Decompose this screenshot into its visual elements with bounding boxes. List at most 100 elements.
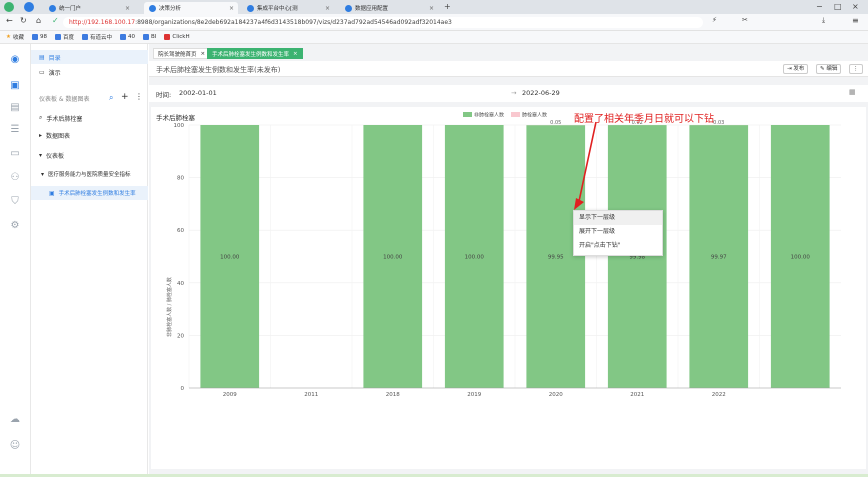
table-icon[interactable]: ▤ [9,102,21,114]
bookmark-clickhouse[interactable]: ClickH [164,34,190,40]
search-icon: ⌕ [39,114,43,121]
tree-item-quality-folder[interactable]: ▾ 医疗服务能力与医院质量安全指标 [31,167,148,181]
tree-search-input[interactable]: ⌕ 手术后肺栓塞 [31,111,148,125]
home-icon[interactable]: ⌂ [36,16,41,25]
close-icon[interactable]: × [125,5,130,12]
data-label: 100.00 [220,255,240,261]
search-icon[interactable]: ⌕ [109,93,113,103]
bookmark-baidu[interactable]: 百度 [54,33,74,41]
browser-logo-icon [4,2,14,12]
date-separator: → [511,89,517,97]
app-logo-icon: ◉ [10,54,20,65]
date-to-input[interactable]: 2022-06-29 [522,89,560,97]
more-button[interactable]: ⋮ [849,64,863,74]
bookmark-icon [142,34,149,40]
data-label: 100.00 [791,255,811,261]
new-tab-icon[interactable]: + [444,2,451,11]
lightning-icon[interactable]: ⚡ [712,16,717,24]
avatar-icon[interactable]: ☺ [9,440,21,452]
download-icon[interactable]: ⤓ [822,16,825,25]
close-icon[interactable]: × [429,5,434,12]
more-icon[interactable]: ⋮ [135,92,143,101]
tree-panel: ▤ 目录 ▭ 演示 仪表板 & 数据图表 ⌕ + ⋮ ⌕ 手术后肺栓塞 ▸ 数据图表 ▾… [31,44,148,474]
tree-item-demo[interactable]: ▭ 演示 [31,65,148,79]
demo-icon: ▭ [39,68,45,76]
main-area: 院长驾驶舱首页 × 手术后肺栓塞发生例数和发生率 × 手术后肺栓塞发生例数和发生率(… [149,44,868,474]
viz-icon[interactable]: ▣ [9,80,21,92]
browser-tab-data-config[interactable]: 数据应用配置 × [340,2,438,14]
data-label: 99.97 [711,255,727,261]
address-bar: ← ↻ ⌂ ✓ http://192.168.100.17:8988/organ… [0,14,868,31]
maximize-icon[interactable]: □ [834,2,842,11]
legend-label: 肺栓塞人数 [522,112,547,119]
y-axis-label: 非肺栓塞人数 / 肺栓塞人数 [166,277,173,337]
x-tick-label: 2018 [386,392,400,398]
folder-icon: ▤ [39,53,45,61]
menu-item-expand-next-level[interactable]: 展开下一层级 [574,225,662,239]
tab-favicon-icon [345,4,352,12]
chart-svg: 手术后肺栓塞 非肺栓塞人数 肺栓塞人数 非肺栓塞人数 / 肺栓塞人数 100.00… [156,112,841,398]
bookmark-98[interactable]: 98 [31,34,47,40]
shield-icon[interactable]: ⛉ [9,196,21,208]
browser-tab-analysis[interactable]: 决策分析 × [144,2,238,14]
reload-icon[interactable]: ↻ [20,16,27,25]
browser-tab-integration[interactable]: 集成平台中心[测 × [242,2,334,14]
bookmark-youdao[interactable]: 有道云中 [81,33,112,41]
date-from-input[interactable]: 2002-01-01 [179,89,217,97]
date-filter-bar: 时间: 2002-01-01 → 2022-06-29 ▦ [149,85,868,102]
filter-label: 时间: [156,91,172,99]
data-label: 100.00 [465,255,485,261]
legend-label: 非肺栓塞人数 [474,112,504,119]
tab-favicon-icon [49,4,56,12]
publish-button[interactable]: ⇥ 发布 [783,64,809,74]
caret-right-icon: ▸ [39,131,43,139]
back-icon[interactable]: ← [6,16,13,25]
window-close-icon[interactable]: × [852,2,859,11]
edit-button[interactable]: ✎ 编辑 [816,64,842,74]
extension-icon[interactable]: ✂ [742,16,748,24]
chart-card: 手术后肺栓塞 非肺栓塞人数 肺栓塞人数 非肺栓塞人数 / 肺栓塞人数 100.00… [151,107,866,469]
close-icon[interactable]: × [229,5,234,12]
x-tick-label: 2011 [304,392,318,398]
tree-item-current-dashboard[interactable]: ▣ 手术后肺栓塞发生例数和发生率 [31,186,148,200]
left-icon-rail: ◉ ▣ ▤ ☰ ▭ ⚇ ⛉ ⚙ ☁ ☺ [0,44,31,474]
x-tick-label: 2009 [223,392,237,398]
add-icon[interactable]: + [121,92,129,102]
bookmark-bi[interactable]: BI [142,34,156,40]
browser-menu-icon[interactable] [24,2,34,12]
chart-title: 手术后肺栓塞 [156,113,196,122]
list-icon[interactable]: ☰ [9,124,21,136]
menu-icon[interactable]: ≡ [852,16,859,25]
data-label: 99.95 [548,255,564,261]
doc-tab-current[interactable]: 手术后肺栓塞发生例数和发生率 × [207,48,303,59]
tree-item-charts[interactable]: ▸ 数据图表 [31,128,148,142]
url-input[interactable]: http://192.168.100.17:8988/organizations… [63,17,703,28]
minimize-icon[interactable]: − [816,2,823,11]
doc-tab-home[interactable]: 院长驾驶舱首页 × [153,48,211,59]
y-tick-label: 60 [177,228,184,234]
bookmarks-bar: ★ 收藏 98 百度 有道云中 40 BI ClickH [0,31,868,44]
bookmark-favorites[interactable]: ★ 收藏 [6,33,24,41]
bookmark-icon [54,34,61,40]
bookmark-icon [31,34,38,40]
caret-down-icon: ▾ [41,170,45,178]
calendar-icon[interactable]: ▦ [849,88,856,96]
y-tick-label: 20 [177,333,184,339]
cloud-icon[interactable]: ☁ [9,414,21,426]
tree-item-dashboards[interactable]: ▾ 仪表板 [31,148,148,162]
x-tick-label: 2019 [467,392,481,398]
close-icon[interactable]: × [201,51,206,57]
tree-item-directory[interactable]: ▤ 目录 [31,50,148,64]
close-icon[interactable]: × [325,5,330,12]
view-icon[interactable]: ▭ [9,148,21,160]
gear-icon[interactable]: ⚙ [9,220,21,232]
data-label: 100.00 [383,255,403,261]
close-icon[interactable]: × [293,51,298,57]
bookmark-40[interactable]: 40 [119,34,135,40]
menu-item-enable-drill[interactable]: 开启"点击下钻" [574,239,662,253]
users-icon[interactable]: ⚇ [9,172,21,184]
bookmark-icon [119,34,126,40]
browser-tab-portal[interactable]: 统一门户 × [44,2,134,14]
chart-legend: 非肺栓塞人数 肺栓塞人数 [463,112,547,119]
data-label: 0.03 [713,120,724,126]
